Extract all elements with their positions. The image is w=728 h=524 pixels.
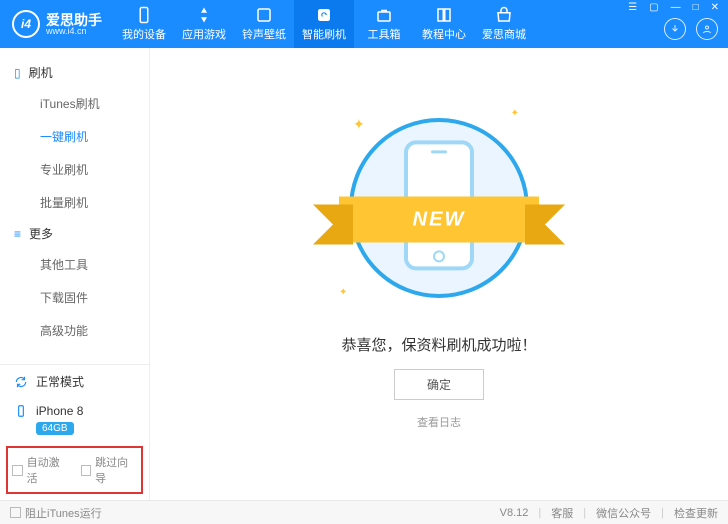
device-info[interactable]: iPhone 8 64GB bbox=[0, 398, 149, 446]
sidebar-item-itunes[interactable]: iTunes刷机 bbox=[0, 87, 149, 120]
nav-ring[interactable]: 铃声壁纸 bbox=[234, 0, 294, 48]
sidebar-group-more: ≡ 更多 bbox=[0, 219, 149, 248]
settings-icon[interactable]: ☰ bbox=[625, 2, 640, 13]
success-message: 恭喜您，保资料刷机成功啦！ bbox=[341, 334, 536, 355]
mode-label: 正常模式 bbox=[36, 373, 84, 390]
star-icon: ✦ bbox=[511, 108, 519, 119]
star-icon: ✦ bbox=[353, 116, 365, 133]
logo-icon: i4 bbox=[12, 10, 40, 38]
book-icon bbox=[435, 6, 453, 24]
refresh-icon bbox=[315, 6, 333, 24]
block-itunes-checkbox[interactable]: 阻止iTunes运行 bbox=[10, 505, 102, 521]
nav-label: 我的设备 bbox=[122, 26, 166, 42]
user-icon[interactable] bbox=[696, 18, 718, 40]
skip-guide-checkbox[interactable]: 跳过向导 bbox=[81, 454, 138, 486]
main-content: ✦ ✦ ✦ NEW 恭喜您，保资料刷机成功啦！ 确定 查看日志 bbox=[150, 48, 728, 500]
group-title: 更多 bbox=[29, 225, 53, 242]
support-link[interactable]: 客服 bbox=[551, 505, 573, 521]
highlighted-options: 自动激活 跳过向导 bbox=[6, 446, 143, 494]
nav-label: 智能刷机 bbox=[302, 26, 346, 42]
refresh-icon bbox=[14, 375, 28, 389]
update-link[interactable]: 检查更新 bbox=[674, 505, 718, 521]
top-nav: 我的设备 应用游戏 铃声壁纸 智能刷机 工具箱 教程中心 爱思商城 bbox=[114, 0, 534, 48]
ok-button[interactable]: 确定 bbox=[394, 369, 484, 400]
sidebar-item-pro[interactable]: 专业刷机 bbox=[0, 153, 149, 186]
wechat-link[interactable]: 微信公众号 bbox=[596, 505, 651, 521]
storage-badge: 64GB bbox=[36, 422, 74, 435]
nav-mall[interactable]: 爱思商城 bbox=[474, 0, 534, 48]
star-icon: ✦ bbox=[339, 287, 347, 298]
sidebar: ▯ 刷机 iTunes刷机 一键刷机 专业刷机 批量刷机 ≡ 更多 其他工具 下… bbox=[0, 48, 150, 500]
device-name: iPhone 8 bbox=[36, 404, 83, 418]
sidebar-group-flash: ▯ 刷机 bbox=[0, 58, 149, 87]
app-name: 爱思助手 bbox=[46, 13, 102, 27]
nav-games[interactable]: 应用游戏 bbox=[174, 0, 234, 48]
more-icon: ≡ bbox=[14, 227, 21, 241]
version-label: V8.12 bbox=[500, 507, 529, 519]
device-mode[interactable]: 正常模式 bbox=[0, 365, 149, 398]
phone-icon: ▯ bbox=[14, 66, 21, 80]
header-actions bbox=[664, 18, 718, 40]
new-ribbon: NEW bbox=[339, 197, 539, 243]
nav-label: 应用游戏 bbox=[182, 26, 226, 42]
download-icon[interactable] bbox=[664, 18, 686, 40]
nav-device[interactable]: 我的设备 bbox=[114, 0, 174, 48]
auto-activate-checkbox[interactable]: 自动激活 bbox=[12, 454, 69, 486]
group-title: 刷机 bbox=[29, 64, 53, 81]
maximize-icon[interactable]: □ bbox=[690, 2, 702, 13]
view-log-link[interactable]: 查看日志 bbox=[417, 414, 461, 430]
nav-label: 爱思商城 bbox=[482, 26, 526, 42]
skin-icon[interactable]: ▢ bbox=[646, 2, 661, 13]
status-bar: 阻止iTunes运行 V8.12 | 客服 | 微信公众号 | 检查更新 bbox=[0, 500, 728, 524]
app-header: i4 爱思助手 www.i4.cn 我的设备 应用游戏 铃声壁纸 智能刷机 工具… bbox=[0, 0, 728, 48]
success-illustration: ✦ ✦ ✦ NEW bbox=[339, 108, 539, 308]
ribbon-text: NEW bbox=[413, 208, 466, 231]
sidebar-item-advanced[interactable]: 高级功能 bbox=[0, 314, 149, 347]
sidebar-item-download[interactable]: 下载固件 bbox=[0, 281, 149, 314]
sidebar-item-tools[interactable]: 其他工具 bbox=[0, 248, 149, 281]
logo: i4 爱思助手 www.i4.cn bbox=[0, 10, 114, 38]
toolbox-icon bbox=[375, 6, 393, 24]
nav-label: 工具箱 bbox=[368, 26, 401, 42]
image-icon bbox=[255, 6, 273, 24]
window-controls: ☰ ▢ — □ ✕ bbox=[625, 2, 722, 13]
close-icon[interactable]: ✕ bbox=[708, 2, 722, 13]
nav-label: 铃声壁纸 bbox=[242, 26, 286, 42]
nav-toolbox[interactable]: 工具箱 bbox=[354, 0, 414, 48]
device-icon bbox=[14, 404, 28, 418]
apps-icon bbox=[195, 6, 213, 24]
app-url: www.i4.cn bbox=[46, 27, 102, 36]
nav-label: 教程中心 bbox=[422, 26, 466, 42]
minimize-icon[interactable]: — bbox=[668, 2, 684, 13]
shop-icon bbox=[495, 6, 513, 24]
nav-flash[interactable]: 智能刷机 bbox=[294, 0, 354, 48]
nav-tutorial[interactable]: 教程中心 bbox=[414, 0, 474, 48]
phone-icon bbox=[135, 6, 153, 24]
sidebar-item-onekey[interactable]: 一键刷机 bbox=[0, 120, 149, 153]
sidebar-item-batch[interactable]: 批量刷机 bbox=[0, 186, 149, 219]
